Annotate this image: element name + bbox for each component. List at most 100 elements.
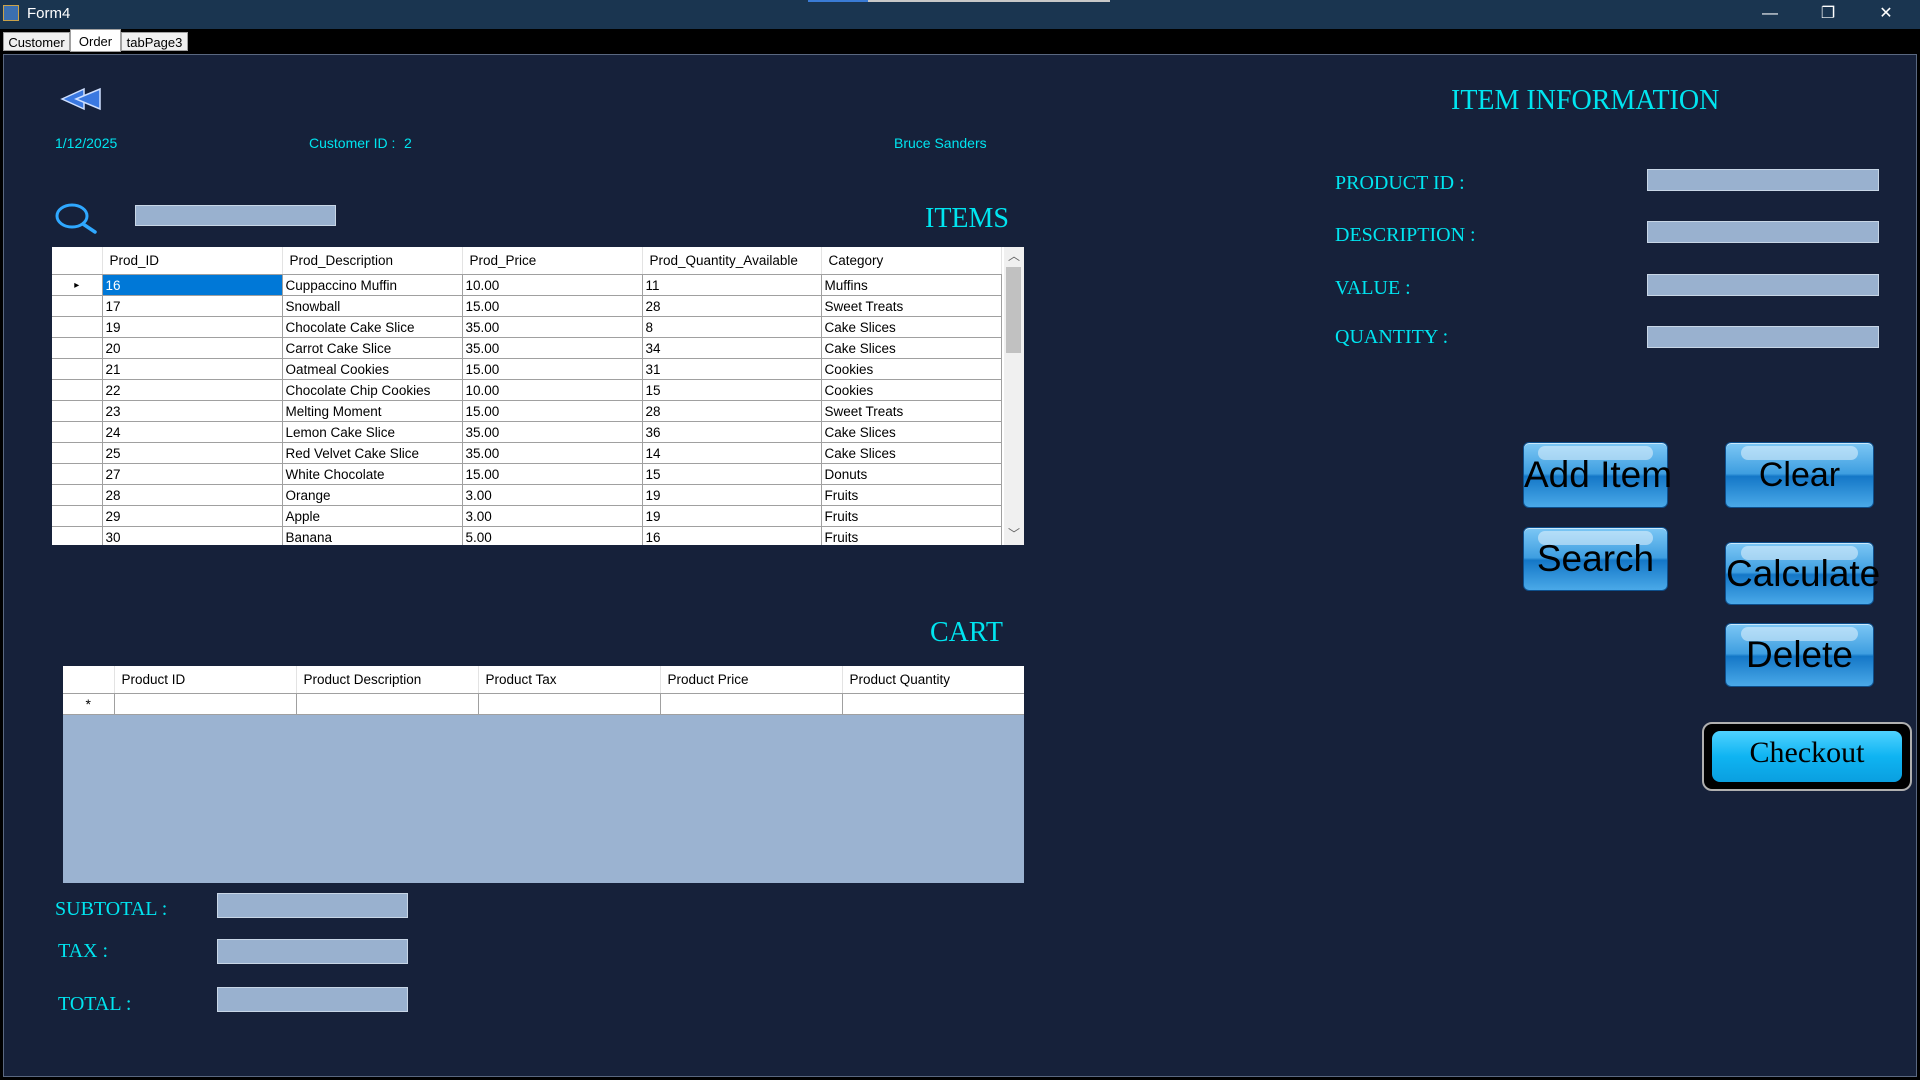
table-cell[interactable]: Snowball xyxy=(282,295,463,317)
table-cell[interactable]: 20 xyxy=(102,337,283,359)
table-row[interactable]: 25 Red Velvet Cake Slice 35.00 14 Cake Slic… xyxy=(52,442,1002,464)
table-cell[interactable]: 3.00 xyxy=(462,505,643,527)
tab-customer[interactable]: Customer xyxy=(3,32,70,51)
calculate-button[interactable]: Calculate xyxy=(1725,542,1880,605)
table-cell[interactable]: 22 xyxy=(102,379,283,401)
table-cell[interactable]: Cake Slices xyxy=(821,421,1002,443)
table-cell[interactable]: Fruits xyxy=(821,505,1002,527)
table-row[interactable]: 28 Orange 3.00 19 Fruits xyxy=(52,484,1002,506)
table-cell[interactable]: 35.00 xyxy=(462,421,643,443)
table-cell[interactable]: 3.00 xyxy=(462,484,643,506)
row-header[interactable] xyxy=(52,337,103,359)
table-cell[interactable]: 5.00 xyxy=(462,526,643,545)
table-cell[interactable]: 15.00 xyxy=(462,295,643,317)
scroll-up-icon[interactable]: ︿ xyxy=(1004,247,1024,265)
cart-new-row[interactable]: * xyxy=(63,693,1024,715)
table-cell[interactable]: 10.00 xyxy=(462,379,643,401)
column-header[interactable]: Prod_Price xyxy=(462,247,643,275)
row-header[interactable] xyxy=(52,526,103,545)
table-cell[interactable] xyxy=(478,693,661,715)
table-cell[interactable]: Chocolate Chip Cookies xyxy=(282,379,463,401)
items-grid[interactable]: Prod_ID Prod_Description Prod_Price Prod… xyxy=(52,247,1024,545)
table-cell[interactable]: Cake Slices xyxy=(821,442,1002,464)
row-header[interactable] xyxy=(52,484,103,506)
table-cell[interactable]: 23 xyxy=(102,400,283,422)
table-cell[interactable]: 11 xyxy=(642,274,822,296)
row-header[interactable] xyxy=(52,463,103,485)
table-cell[interactable]: Carrot Cake Slice xyxy=(282,337,463,359)
table-row[interactable]: 29 Apple 3.00 19 Fruits xyxy=(52,505,1002,527)
table-cell[interactable]: 19 xyxy=(102,316,283,338)
subtotal-field[interactable] xyxy=(217,893,408,918)
column-header[interactable]: Product Tax xyxy=(478,666,661,694)
tab-tabpage3[interactable]: tabPage3 xyxy=(121,32,188,51)
table-cell[interactable]: 35.00 xyxy=(462,316,643,338)
table-cell[interactable]: 28 xyxy=(642,295,822,317)
maximize-button[interactable]: ❐ xyxy=(1799,0,1857,29)
table-cell[interactable]: Cake Slices xyxy=(821,316,1002,338)
table-cell[interactable]: 19 xyxy=(642,505,822,527)
items-search-input[interactable] xyxy=(135,205,336,226)
table-cell[interactable] xyxy=(660,693,843,715)
delete-button[interactable]: Delete xyxy=(1725,623,1874,687)
table-cell[interactable]: Orange xyxy=(282,484,463,506)
search-button[interactable]: Search xyxy=(1523,527,1668,591)
table-cell[interactable]: 21 xyxy=(102,358,283,380)
row-header[interactable] xyxy=(52,358,103,380)
items-scrollbar[interactable]: ︿ ﹀ xyxy=(1004,247,1024,545)
scroll-thumb[interactable] xyxy=(1006,267,1021,353)
checkout-button[interactable]: Checkout xyxy=(1702,722,1912,791)
table-row[interactable]: 30 Banana 5.00 16 Fruits xyxy=(52,526,1002,545)
table-row[interactable]: 19 Chocolate Cake Slice 35.00 8 Cake Slices xyxy=(52,316,1002,338)
table-cell[interactable]: 17 xyxy=(102,295,283,317)
description-field[interactable] xyxy=(1647,221,1879,243)
table-cell[interactable]: 35.00 xyxy=(462,337,643,359)
table-cell[interactable]: 15 xyxy=(642,379,822,401)
table-row[interactable]: 20 Carrot Cake Slice 35.00 34 Cake Slices xyxy=(52,337,1002,359)
row-header[interactable] xyxy=(52,505,103,527)
minimize-button[interactable]: — xyxy=(1741,0,1799,29)
table-cell[interactable] xyxy=(842,693,1024,715)
table-cell[interactable]: Lemon Cake Slice xyxy=(282,421,463,443)
table-cell[interactable]: Sweet Treats xyxy=(821,295,1002,317)
search-icon-button[interactable] xyxy=(54,202,98,236)
row-header[interactable] xyxy=(52,400,103,422)
table-cell[interactable]: 15.00 xyxy=(462,400,643,422)
table-cell[interactable]: 19 xyxy=(642,484,822,506)
current-row-marker[interactable]: ▸ xyxy=(52,274,103,296)
cart-grid[interactable]: Product ID Product Description Product T… xyxy=(63,666,1024,883)
back-button[interactable] xyxy=(60,86,106,112)
table-cell[interactable]: Cuppaccino Muffin xyxy=(282,274,463,296)
row-header[interactable] xyxy=(52,316,103,338)
table-row[interactable]: 21 Oatmeal Cookies 15.00 31 Cookies xyxy=(52,358,1002,380)
table-cell[interactable]: 8 xyxy=(642,316,822,338)
scroll-down-icon[interactable]: ﹀ xyxy=(1004,525,1024,543)
table-row[interactable]: 27 White Chocolate 15.00 15 Donuts xyxy=(52,463,1002,485)
tab-order[interactable]: Order xyxy=(70,29,121,52)
table-cell[interactable]: Cookies xyxy=(821,379,1002,401)
table-cell[interactable]: 15 xyxy=(642,463,822,485)
product-id-field[interactable] xyxy=(1647,169,1879,191)
table-cell[interactable]: Red Velvet Cake Slice xyxy=(282,442,463,464)
table-row[interactable]: 23 Melting Moment 15.00 28 Sweet Treats xyxy=(52,400,1002,422)
title-bar[interactable]: Form4 — ❐ ✕ xyxy=(0,0,1920,29)
table-cell[interactable]: Fruits xyxy=(821,526,1002,545)
row-header[interactable] xyxy=(52,379,103,401)
clear-button[interactable]: Clear xyxy=(1725,442,1874,508)
table-cell[interactable]: Donuts xyxy=(821,463,1002,485)
table-cell[interactable]: White Chocolate xyxy=(282,463,463,485)
tax-field[interactable] xyxy=(217,939,408,964)
close-button[interactable]: ✕ xyxy=(1857,0,1915,29)
column-header[interactable]: Prod_ID xyxy=(102,247,283,275)
add-item-button[interactable]: Add Item xyxy=(1523,442,1672,508)
table-cell[interactable]: 29 xyxy=(102,505,283,527)
table-row[interactable]: ▸ 16 Cuppaccino Muffin 10.00 11 Muffins xyxy=(52,274,1002,296)
table-cell[interactable]: 28 xyxy=(642,400,822,422)
column-header[interactable]: Product ID xyxy=(114,666,297,694)
table-cell[interactable]: 14 xyxy=(642,442,822,464)
table-cell[interactable]: 34 xyxy=(642,337,822,359)
table-cell[interactable]: Muffins xyxy=(821,274,1002,296)
column-header[interactable]: Product Quantity xyxy=(842,666,1024,694)
table-cell[interactable]: Oatmeal Cookies xyxy=(282,358,463,380)
table-cell[interactable]: Banana xyxy=(282,526,463,545)
